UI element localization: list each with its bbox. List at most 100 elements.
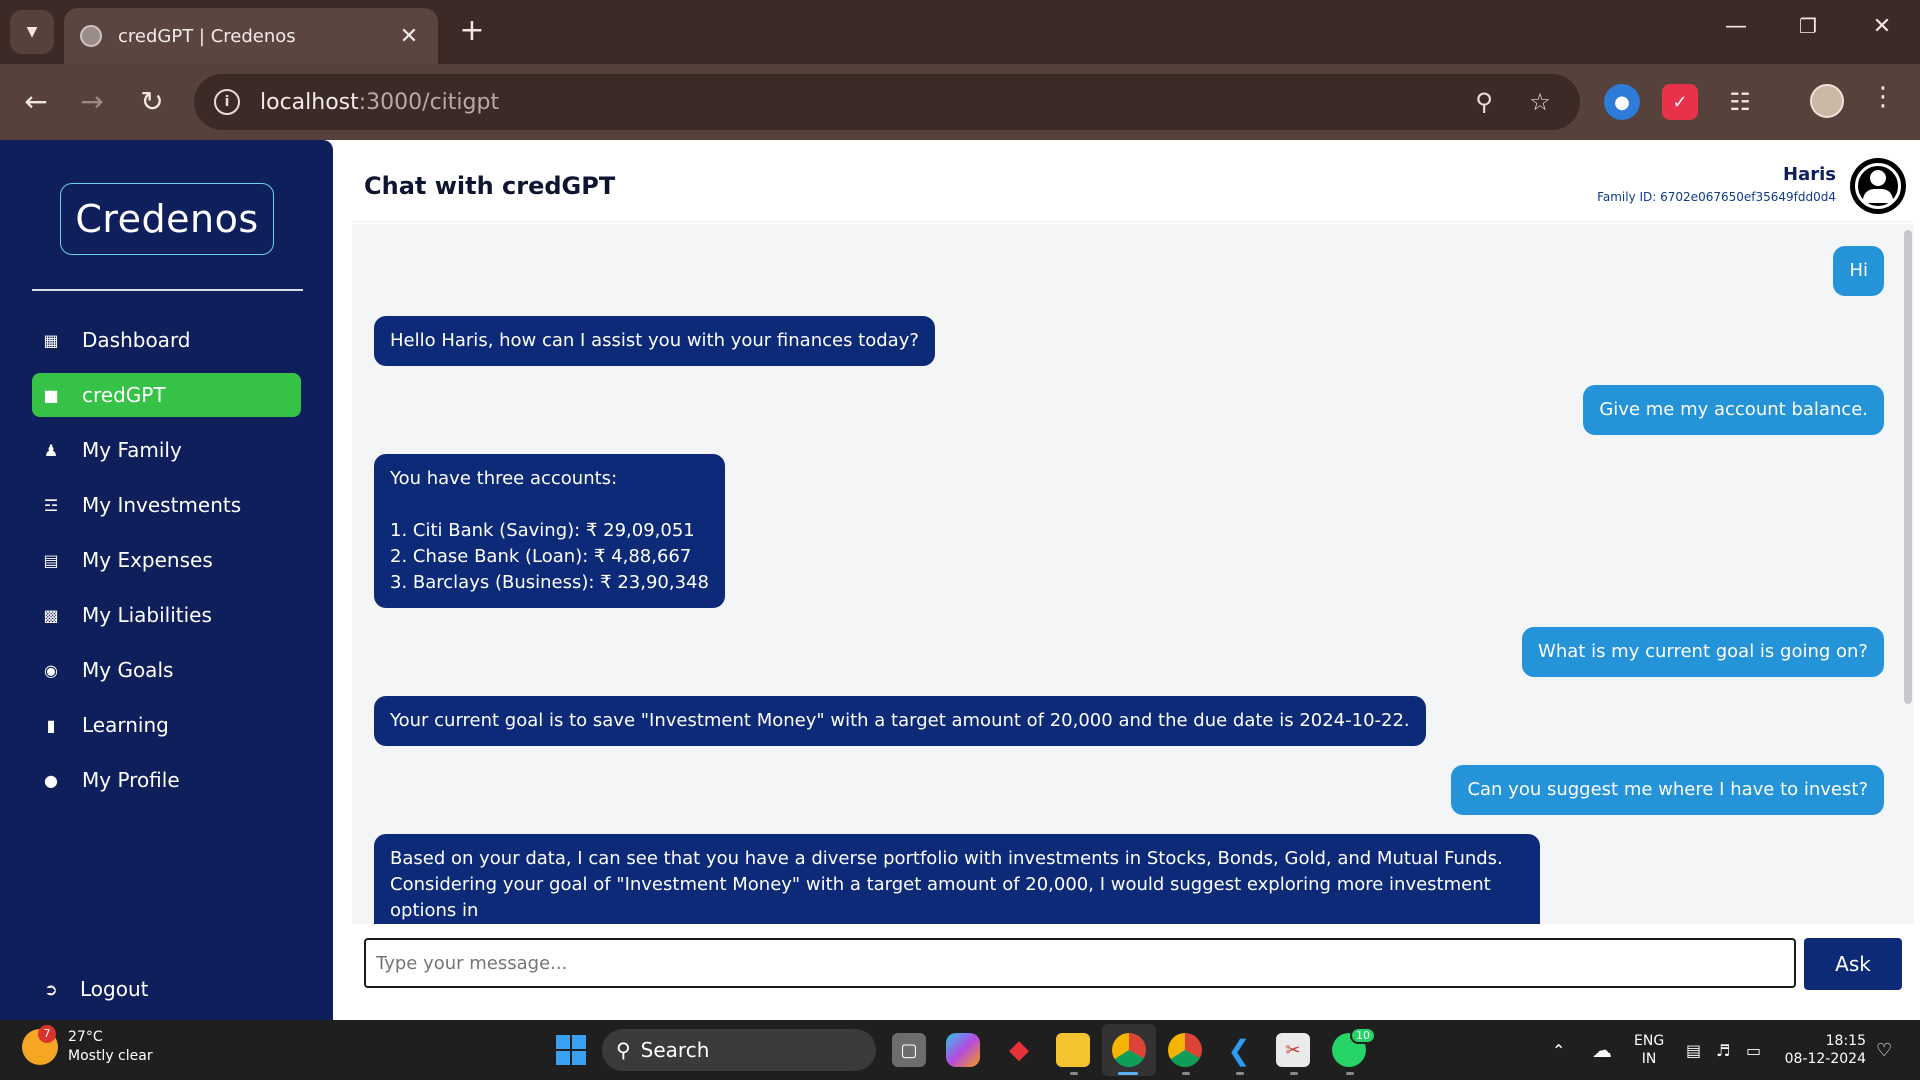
notification-badge: 10 xyxy=(1350,1027,1376,1044)
temperature: 27°C xyxy=(68,1029,103,1045)
book-icon: ▮ xyxy=(46,715,56,735)
network-icon[interactable]: ▤ xyxy=(1686,1020,1701,1080)
onedrive-cloud-icon[interactable]: ☁ xyxy=(1592,1020,1612,1080)
sidebar-item-my-liabilities[interactable]: ▩ My Liabilities xyxy=(32,593,301,637)
zoom-icon[interactable]: ⚲ xyxy=(1464,88,1504,116)
more-menu-icon[interactable]: ⋮ xyxy=(1868,82,1898,112)
chrome-profile-icon[interactable] xyxy=(1168,1033,1202,1067)
site-info-icon[interactable]: i xyxy=(214,89,240,115)
sidebar: Credenos ▦ Dashboard ■ credGPT ♟ My Fami… xyxy=(0,140,333,1020)
family-icon: ♟ xyxy=(43,440,59,460)
running-indicator xyxy=(1070,1072,1078,1075)
close-window-icon[interactable]: ✕ xyxy=(1862,14,1902,39)
running-indicator xyxy=(1118,1072,1138,1075)
browser-tab[interactable]: credGPT | Credenos ✕ xyxy=(64,8,438,64)
bot-message: Based on your data, I can see that you h… xyxy=(374,834,1540,924)
user-name: Haris xyxy=(1783,164,1836,185)
url-text[interactable]: localhost:3000/citigpt xyxy=(260,90,1448,115)
sidebar-item-label: Learning xyxy=(82,713,169,737)
sidebar-item-label: My Profile xyxy=(82,768,180,792)
user-message: Hi xyxy=(1833,246,1884,296)
target-icon: ◉ xyxy=(44,660,58,680)
task-view-icon[interactable]: ▢ xyxy=(892,1033,926,1067)
notification-bell-icon[interactable]: ♡ xyxy=(1876,1020,1892,1080)
app-root: Credenos ▦ Dashboard ■ credGPT ♟ My Fami… xyxy=(0,140,1920,1020)
language-indicator[interactable]: ENG IN xyxy=(1634,1032,1664,1068)
sidebar-item-label: My Expenses xyxy=(82,548,213,572)
logo[interactable]: Credenos xyxy=(60,183,274,255)
user-circle-icon: ● xyxy=(44,770,58,790)
region-code: IN xyxy=(1641,1051,1657,1067)
windows-start-icon[interactable] xyxy=(556,1035,586,1065)
dashboard-icon: ▦ xyxy=(43,330,59,350)
battery-icon[interactable]: ▭ xyxy=(1746,1020,1761,1080)
tab-search-button[interactable]: ▼ xyxy=(10,10,54,54)
clock[interactable]: 18:15 08-12-2024 xyxy=(1782,1032,1866,1068)
extension-icon[interactable]: ● xyxy=(1604,84,1640,120)
taskbar-search[interactable]: ⚲ Search xyxy=(602,1029,876,1071)
restore-icon[interactable]: ❐ xyxy=(1788,14,1828,38)
vscode-icon[interactable]: ❮ xyxy=(1222,1033,1256,1067)
taskbar: 7 27°C Mostly clear ⚲ Search ▢ ◆ ❮ ✂ 10 … xyxy=(0,1020,1920,1080)
new-tab-button[interactable]: + xyxy=(456,16,488,48)
star-icon[interactable]: ☆ xyxy=(1520,88,1560,116)
sidebar-item-my-goals[interactable]: ◉ My Goals xyxy=(32,648,301,692)
user-message: What is my current goal is going on? xyxy=(1522,627,1884,677)
reload-icon[interactable]: ↻ xyxy=(134,84,170,120)
running-indicator xyxy=(1290,1072,1298,1075)
snipping-tool-icon[interactable]: ✂ xyxy=(1276,1033,1310,1067)
extension-icon[interactable]: ✓ xyxy=(1662,84,1698,120)
back-arrow-icon[interactable]: ← xyxy=(18,84,54,120)
git-diamond-icon[interactable]: ◆ xyxy=(1002,1033,1036,1067)
money-bill-icon: ▩ xyxy=(43,605,59,625)
bot-message: Hello Haris, how can I assist you with y… xyxy=(374,316,935,366)
minimize-icon[interactable]: — xyxy=(1716,14,1756,39)
sidebar-item-my-family[interactable]: ♟ My Family xyxy=(32,428,301,472)
sidebar-item-dashboard[interactable]: ▦ Dashboard xyxy=(32,318,301,362)
profile-avatar[interactable] xyxy=(1810,84,1844,118)
browser-toolbar: ← → ↻ i localhost:3000/citigpt ⚲ ☆ ● ✓ ☷ xyxy=(0,64,1920,140)
message-input[interactable] xyxy=(364,938,1796,988)
date: 08-12-2024 xyxy=(1784,1051,1866,1067)
chat-header: Chat with credGPT Haris Family ID: 6702e… xyxy=(352,146,1914,222)
page-title: Chat with credGPT xyxy=(364,172,616,200)
weather-badge: 7 xyxy=(38,1025,56,1043)
weather-moon-icon: 7 xyxy=(22,1025,58,1065)
ask-button[interactable]: Ask xyxy=(1804,938,1902,990)
sidebar-item-label: Dashboard xyxy=(82,328,191,352)
sidebar-item-my-expenses[interactable]: ▤ My Expenses xyxy=(32,538,301,582)
globe-icon xyxy=(80,25,102,47)
composer: Ask xyxy=(352,926,1914,994)
user-message: Can you suggest me where I have to inves… xyxy=(1451,765,1884,815)
message-list[interactable]: Hi Hello Haris, how can I assist you wit… xyxy=(352,224,1914,924)
chrome-icon[interactable] xyxy=(1112,1033,1146,1067)
folder-icon[interactable] xyxy=(1056,1033,1090,1067)
sidebar-item-my-investments[interactable]: ☲ My Investments xyxy=(32,483,301,527)
sidebar-item-learning[interactable]: ▮ Learning xyxy=(32,703,301,747)
puzzle-icon[interactable]: ☷ xyxy=(1722,84,1758,120)
volume-icon[interactable]: ♬ xyxy=(1716,1020,1730,1080)
divider xyxy=(32,289,303,291)
copilot-icon[interactable] xyxy=(946,1033,980,1067)
sidebar-item-my-profile[interactable]: ● My Profile xyxy=(32,758,301,802)
bot-message: You have three accounts: 1. Citi Bank (S… xyxy=(374,454,725,608)
bot-message: Your current goal is to save "Investment… xyxy=(374,696,1426,746)
whatsapp-icon[interactable]: 10 xyxy=(1332,1027,1376,1067)
chevron-up-icon[interactable]: ⌃ xyxy=(1552,1020,1565,1080)
address-bar[interactable]: i localhost:3000/citigpt ⚲ ☆ xyxy=(194,74,1580,130)
scrollbar[interactable] xyxy=(1904,230,1912,704)
avatar[interactable] xyxy=(1850,158,1906,214)
family-id: Family ID: 6702e067650ef35649fdd0d4 xyxy=(1597,190,1836,204)
sidebar-item-credgpt[interactable]: ■ credGPT xyxy=(32,373,301,417)
weather-widget[interactable]: 7 27°C Mostly clear xyxy=(22,1025,153,1066)
time: 18:15 xyxy=(1825,1033,1866,1049)
sidebar-item-label: credGPT xyxy=(82,383,166,407)
running-indicator xyxy=(1346,1072,1354,1075)
avatar-head xyxy=(1870,170,1886,186)
logout-button[interactable]: ➲ Logout xyxy=(42,977,148,1001)
close-icon[interactable]: ✕ xyxy=(396,24,422,49)
sidebar-item-label: My Liabilities xyxy=(82,603,212,627)
running-indicator xyxy=(1236,1072,1244,1075)
forward-arrow-icon[interactable]: → xyxy=(74,84,110,120)
running-indicator xyxy=(1182,1072,1190,1075)
